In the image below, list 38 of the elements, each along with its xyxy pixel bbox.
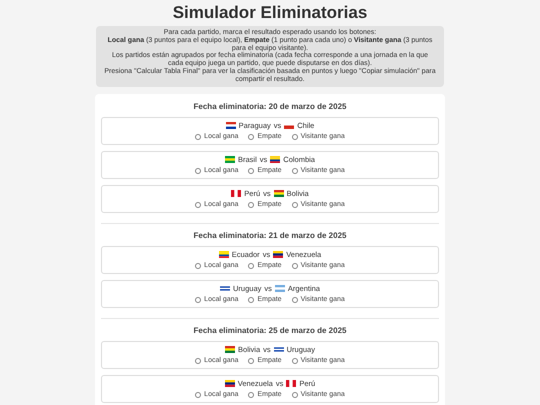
radio-button[interactable] [195,296,202,303]
radio-button[interactable] [248,134,254,140]
flag-icon [226,122,236,129]
radio-button[interactable] [292,262,298,269]
radio-button[interactable] [292,358,298,364]
flag-icon [225,156,236,163]
flag-icon [220,284,230,292]
radio-button[interactable] [248,202,254,208]
radio-button[interactable] [248,262,254,269]
flag-icon [274,284,285,292]
radio-button[interactable] [248,296,254,303]
flag-icon [286,380,296,387]
radio-button[interactable] [248,392,254,398]
flag-icon [274,346,284,353]
flag-icon [224,380,235,387]
radio-button[interactable] [292,392,298,398]
radio-button[interactable] [195,392,202,398]
flag-icon [231,190,242,197]
flag-icon [270,156,280,163]
radio-button[interactable] [195,262,202,269]
flag-icon [218,250,229,258]
flag-icon [225,346,236,353]
flag-icon [274,190,284,197]
radio-button[interactable] [248,168,254,174]
radio-button[interactable] [195,134,202,140]
round-heading: Fecha eliminatoria: 20 de marzo de 2025 [194,102,346,112]
radio-button[interactable] [195,202,202,208]
radio-button[interactable] [195,168,202,174]
round-heading: Fecha eliminatoria: 25 de marzo de 2025 [194,326,346,336]
page-title: Simulador Eliminatorias [172,3,368,23]
flag-icon [273,250,284,258]
radio-button[interactable] [292,202,298,208]
radio-button[interactable] [292,134,298,140]
radio-button[interactable] [292,168,298,174]
radio-button[interactable] [292,296,298,303]
radio-button[interactable] [248,358,254,364]
radio-button[interactable] [195,358,202,364]
round-heading: Fecha eliminatoria: 21 de marzo de 2025 [194,230,346,241]
